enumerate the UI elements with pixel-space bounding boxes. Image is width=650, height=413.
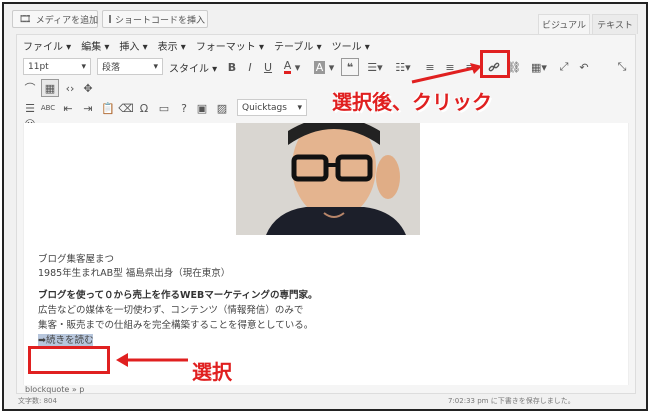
editor-container: ファイル ▾ 編集 ▾ 挿入 ▾ 表示 ▾ フォーマット ▾ テーブル ▾ ツー…	[16, 34, 636, 394]
chevron-down-icon: ▾	[81, 61, 86, 72]
move-icon[interactable]: ✥	[79, 79, 97, 97]
underline-icon[interactable]: U	[259, 58, 277, 76]
toolbar-row-2: ⌒ ▦ ‹› ✥	[17, 77, 635, 99]
style-menu[interactable]: スタイル ▾	[169, 60, 217, 75]
quicktags-value: Quicktags	[242, 102, 287, 113]
draft-saved-status: 7:02:33 pm に下書きを保存しました。	[448, 397, 575, 405]
add-shortcode-label: ショートコードを挿入	[115, 15, 206, 26]
blockquote-icon[interactable]: ❝	[341, 58, 359, 76]
add-media-button[interactable]: 🎞 メディアを追加	[12, 10, 98, 28]
click-annotation: 選択後、クリック	[332, 90, 492, 114]
bottom-status-bar: 文字数: 804 7:02:33 pm に下書きを保存しました。	[4, 394, 646, 409]
add-media-label: メディアを追加	[35, 15, 99, 26]
word-count: 文字数: 804	[18, 397, 57, 405]
background-color-icon[interactable]: A ▾	[311, 58, 337, 76]
menu-tools[interactable]: ツール ▾	[332, 38, 370, 53]
menu-view[interactable]: 表示 ▾	[158, 38, 186, 53]
menu-format[interactable]: フォーマット ▾	[196, 38, 264, 53]
media-icon: 🎞	[19, 13, 32, 25]
paragraph-value: 段落	[102, 63, 121, 73]
chevron-down-icon: ▾	[297, 102, 302, 113]
arrow-to-read-more	[116, 353, 188, 367]
table-icon[interactable]: ▦▾	[527, 58, 551, 76]
font-size-value: 11pt	[28, 61, 49, 72]
code-icon[interactable]: ‹›	[61, 79, 79, 97]
keyboard-icon[interactable]: ▦	[41, 79, 59, 97]
quicktags-select[interactable]: Quicktags ▾	[237, 99, 307, 116]
bullet-list-icon[interactable]: ☰▾	[363, 58, 387, 76]
chevron-down-icon: ▾	[153, 61, 158, 72]
menu-table[interactable]: テーブル ▾	[274, 38, 322, 53]
tab-text-label: テキスト	[597, 21, 633, 31]
media-buttons-row: 🎞 メディアを追加 ショートコードを挿入 ビジュアル テキスト	[4, 4, 646, 34]
bold-icon[interactable]: B	[223, 58, 241, 76]
collapse-icon[interactable]: ⤡	[613, 58, 631, 76]
screenshot-frame: 🎞 メディアを追加 ショートコードを挿入 ビジュアル テキスト ファイル ▾ 編…	[2, 2, 648, 411]
content-line-5: 集客・販売までの仕組みを完全構築することを得意としている。	[38, 320, 314, 331]
content-line-4: 広告などの媒体を一切使わず、コンテンツ（情報発信）のみで	[38, 305, 304, 316]
undo-icon[interactable]: ↶	[575, 58, 593, 76]
toolbar-row-1: 11pt ▾ 段落 ▾ スタイル ▾ B I U A ▾ A ▾ ❝ ☰▾ ☷▾ ≡…	[17, 56, 635, 78]
content-line-3: ブログを使って０から売上を作るWEBマーケティングの専門家。	[38, 290, 318, 301]
read-more-highlight	[28, 346, 110, 374]
menu-insert[interactable]: 挿入 ▾	[119, 38, 147, 53]
add-shortcode-button[interactable]: ショートコードを挿入	[102, 10, 208, 28]
fullscreen-icon[interactable]: ⤢	[555, 58, 573, 76]
profile-photo	[236, 123, 420, 235]
font-size-select[interactable]: 11pt ▾	[23, 58, 91, 75]
tab-text[interactable]: テキスト	[592, 14, 638, 34]
shortcode-icon	[109, 15, 111, 23]
eraser-icon[interactable]: ⌒	[21, 79, 39, 97]
tab-visual-label: ビジュアル	[541, 21, 587, 31]
content-line-1: ブログ集客屋まつ	[38, 254, 115, 265]
arrow-to-link-icon	[411, 63, 482, 84]
menu-file[interactable]: ファイル ▾	[23, 38, 71, 53]
content-line-2: 1985年生まれAB型 福島県出身（現在東京）	[38, 268, 231, 279]
editor-content[interactable]: ブログ集客屋まつ 1985年生まれAB型 福島県出身（現在東京） ブログを使って…	[23, 123, 629, 385]
tab-visual[interactable]: ビジュアル	[538, 14, 590, 34]
select-annotation: 選択	[192, 360, 232, 384]
editor-menubar: ファイル ▾ 編集 ▾ 挿入 ▾ 表示 ▾ フォーマット ▾ テーブル ▾ ツー…	[17, 35, 635, 55]
menu-edit[interactable]: 編集 ▾	[81, 38, 109, 53]
paragraph-select[interactable]: 段落 ▾	[97, 58, 163, 75]
text-color-icon[interactable]: A ▾	[279, 58, 305, 76]
italic-icon[interactable]: I	[241, 58, 259, 76]
